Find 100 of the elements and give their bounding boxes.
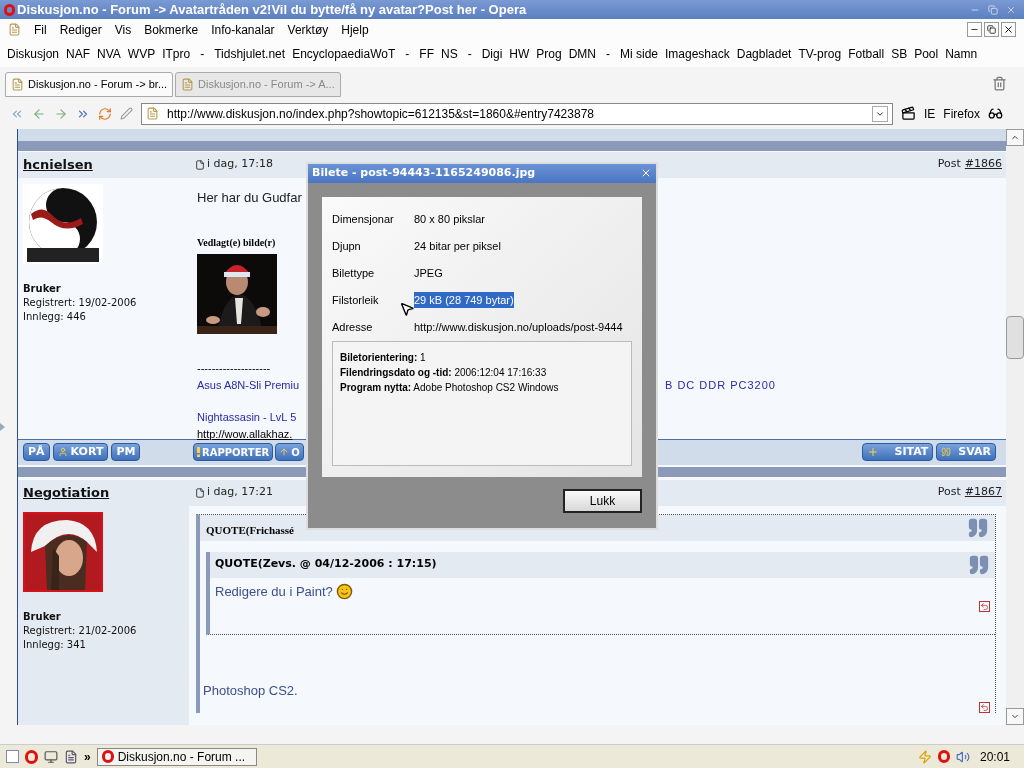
back-icon[interactable] — [32, 106, 46, 121]
user-rank: Bruker — [23, 609, 62, 624]
post-label: Post — [937, 484, 961, 501]
quote-header: QUOTE(Frichassé — [206, 523, 294, 539]
scrollbar-thumb[interactable] — [1006, 315, 1024, 359]
quote-mark-icon — [968, 553, 990, 576]
menu-item[interactable]: Verktøy — [287, 20, 329, 39]
post-number-link[interactable]: #1866 — [964, 156, 1002, 173]
page-icon — [11, 77, 24, 91]
user-registered: Registrert: 21/02-2006 — [23, 623, 138, 638]
bookmark-link[interactable]: Dagbladet — [736, 45, 792, 64]
bookmark-link[interactable]: Prog — [536, 45, 562, 64]
more-button[interactable]: » — [84, 747, 91, 766]
post-number-link[interactable]: #1867 — [964, 484, 1002, 501]
back-to-top-icon[interactable] — [979, 702, 990, 714]
forward-icon[interactable] — [54, 106, 68, 121]
taskbar-task[interactable]: Diskusjon.no - Forum ... — [96, 747, 257, 766]
menu-item[interactable]: Fil — [34, 20, 47, 39]
smiley-icon — [335, 582, 353, 600]
menu-item[interactable]: Hjelp — [341, 20, 369, 39]
bookmark-link[interactable]: Diskusjon — [7, 45, 60, 64]
exif-line: Filendringsdato og -tid: 2006:12:04 17:16:33 — [340, 365, 548, 380]
bookmark-link[interactable]: TV-prog — [798, 45, 842, 64]
opera-icon[interactable] — [25, 749, 38, 764]
monitor-icon[interactable] — [44, 749, 58, 764]
bookmark-link[interactable]: SB — [891, 45, 908, 64]
bookmark-link[interactable]: - — [467, 45, 472, 64]
bookmark-link[interactable]: Imageshack — [665, 45, 730, 64]
signature-link[interactable]: http://wow.allakhaz. — [197, 425, 293, 443]
clock: 20:01 — [979, 748, 1010, 766]
exif-line: Program nytta: Adobe Photoshop CS2 Windows — [340, 380, 560, 395]
author-link[interactable]: Negotiation — [23, 482, 110, 503]
property-value[interactable]: 29 kB (28 749 bytar) — [414, 291, 514, 309]
bookmark-link[interactable]: ITpro — [162, 45, 191, 64]
bookmark-link[interactable]: DMN — [568, 45, 596, 64]
user-registered: Registrert: 19/02-2006 — [23, 295, 138, 310]
bookmark-link[interactable]: FF — [419, 45, 434, 64]
post-icon — [195, 487, 205, 498]
clapperboard-icon[interactable] — [901, 106, 916, 122]
attachment-label: Vedlagt(e) bilde(r) — [197, 236, 276, 251]
exif-line: Biletorientering: 1 — [340, 350, 427, 365]
bookmark-link[interactable]: EncyclopaediaWoT — [292, 45, 396, 64]
property-label: Bilettype — [332, 265, 376, 281]
signature-text: Asus A8N-Sli Premiu — [197, 378, 300, 391]
bookmark-link[interactable]: NVA — [97, 45, 121, 64]
document-icon[interactable] — [64, 749, 78, 764]
bookmark-link[interactable]: Digi — [481, 45, 503, 64]
bookmark-link[interactable]: Tidshjulet.net — [214, 45, 286, 64]
property-label: Filstorleik — [332, 292, 380, 308]
pen-icon[interactable] — [120, 107, 133, 121]
restore-icon[interactable] — [984, 22, 999, 38]
menu-item[interactable]: Rediger — [59, 20, 102, 39]
scroll-down-icon[interactable] — [1006, 707, 1024, 725]
browser-tab[interactable]: Diskusjon.no - Forum -> br... — [5, 71, 174, 97]
page-icon — [8, 23, 21, 37]
bookmark-link[interactable]: WVP — [127, 45, 156, 64]
browser-link[interactable]: IE — [924, 104, 936, 123]
post-message: Her har du Gudfar — [197, 188, 302, 207]
close-dialog-button[interactable]: Lukk — [563, 488, 642, 513]
bookmark-link[interactable]: NAF — [66, 45, 91, 64]
post-label: Post — [937, 156, 961, 173]
reply-text: Photoshop CS2. — [203, 681, 299, 700]
desktop-icon[interactable] — [6, 750, 19, 764]
lightning-icon[interactable] — [917, 749, 932, 764]
post-date: i dag, 17:18 — [207, 156, 273, 173]
trash-icon[interactable] — [992, 75, 1007, 91]
opera-icon[interactable] — [937, 750, 950, 764]
property-value: 80 x 80 pikslar — [414, 211, 485, 227]
bookmark-link[interactable]: NS — [440, 45, 458, 64]
back-to-top-icon[interactable] — [979, 601, 990, 613]
bookmark-link[interactable]: - — [200, 45, 205, 64]
menu-item[interactable]: Bokmerke — [144, 20, 199, 39]
author-link[interactable]: hcnielsen — [23, 154, 93, 175]
page-icon — [146, 107, 159, 121]
bookmark-link[interactable]: HW — [509, 45, 530, 64]
menu-item[interactable]: Info-kanalar — [211, 20, 275, 39]
exclamation-icon — [197, 447, 200, 458]
plus-icon — [867, 446, 880, 459]
quote-text: Redigere du i Paint? — [215, 582, 333, 601]
minimize-icon[interactable] — [967, 22, 982, 38]
speaker-icon[interactable] — [955, 749, 970, 764]
restore-icon[interactable] — [988, 4, 998, 15]
browser-link[interactable]: Firefox — [943, 104, 981, 123]
panel-toggle-icon[interactable] — [0, 422, 5, 431]
signature-rule: -------------------- — [197, 361, 271, 377]
property-value: 24 bitar per piksel — [414, 238, 501, 254]
reload-icon[interactable] — [98, 106, 112, 121]
property-label: Adresse — [332, 319, 374, 335]
address-field[interactable]: http://www.diskusjon.no/index.php?showtopic=612135&st=1860&#entry7423878 — [141, 102, 893, 125]
bookmark-link[interactable]: - — [405, 45, 410, 64]
bookmark-link[interactable]: Pool — [914, 45, 939, 64]
user-post-count: Innlegg: 341 — [23, 637, 87, 652]
quote-header: QUOTE(Zevs. @ 04/12-2006 : 17:15) — [215, 556, 437, 573]
bookmark-link[interactable]: - — [606, 45, 610, 64]
user-icon — [57, 447, 68, 458]
bookmark-link[interactable]: Fotball — [848, 45, 885, 64]
menu-item[interactable]: Vis — [114, 20, 132, 39]
bookmark-link[interactable]: Mi side — [620, 45, 658, 64]
close-icon[interactable] — [1001, 22, 1016, 38]
bookmark-link[interactable]: Namn — [945, 45, 978, 64]
